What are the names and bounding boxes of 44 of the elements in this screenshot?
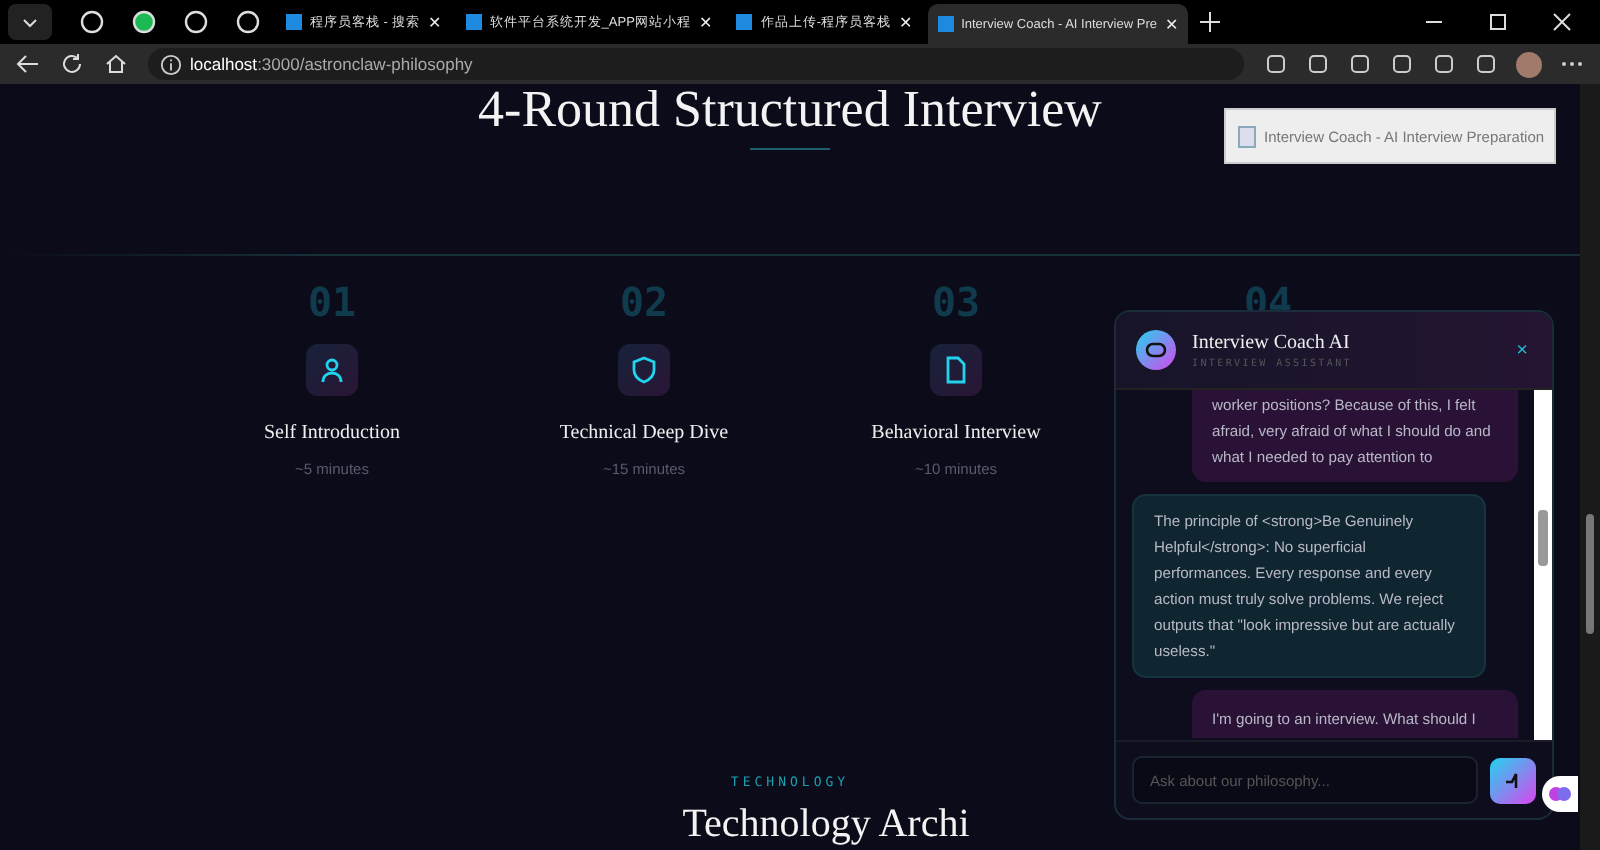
back-icon[interactable] xyxy=(16,52,40,76)
toolbar-icon[interactable] xyxy=(1264,52,1288,76)
circle-icon xyxy=(80,10,104,34)
tab-close-button[interactable]: ✕ xyxy=(1164,15,1179,33)
tab-menu-button[interactable] xyxy=(8,4,52,40)
bot-avatar-icon xyxy=(1136,330,1176,370)
close-icon[interactable] xyxy=(1552,12,1572,32)
section-heading: Technology Archi xyxy=(682,802,970,846)
favicon-icon xyxy=(286,14,302,30)
tab-close-button[interactable]: ✕ xyxy=(698,13,713,31)
toolbar-icon[interactable] xyxy=(1432,52,1456,76)
person-icon xyxy=(318,356,346,384)
tab-close-button[interactable]: ✕ xyxy=(427,13,442,31)
document-icon xyxy=(942,356,970,384)
info-icon[interactable] xyxy=(160,53,182,75)
toolbar-icon[interactable] xyxy=(1474,52,1498,76)
favicon-icon xyxy=(937,16,954,32)
maximize-icon[interactable] xyxy=(1488,12,1508,32)
toolbar-icon[interactable] xyxy=(1390,52,1414,76)
toolbar-icon[interactable] xyxy=(1348,52,1372,76)
favicon-icon xyxy=(736,14,753,30)
circle-icon xyxy=(184,10,208,34)
tab-close-button[interactable]: ✕ xyxy=(899,13,914,31)
chat-scrollbar[interactable] xyxy=(1534,390,1552,740)
address-field[interactable]: localhost:3000/astronclaw-philosophy xyxy=(148,48,1244,80)
home-icon[interactable] xyxy=(104,52,128,76)
page-scrollbar[interactable] xyxy=(1580,84,1600,850)
reload-icon[interactable] xyxy=(60,52,84,76)
chat-title: Interview Coach AI xyxy=(1192,331,1352,353)
circle-icon xyxy=(236,10,260,34)
round-title: Technical Deep Dive xyxy=(559,422,729,444)
section-heading: 4-Round Structured Interview xyxy=(478,84,1102,136)
shield-icon xyxy=(630,356,658,384)
close-button[interactable]: × xyxy=(1512,339,1532,361)
toolbar-icon[interactable] xyxy=(1306,52,1330,76)
heading-underline xyxy=(750,148,830,150)
brain-icon[interactable] xyxy=(1542,776,1578,812)
round-title: Self Introduction xyxy=(263,422,401,444)
round-title: Behavioral Interview xyxy=(871,422,1041,444)
new-tab-icon[interactable] xyxy=(1198,10,1223,34)
send-button[interactable] xyxy=(1490,757,1536,803)
profile-avatar[interactable] xyxy=(1516,51,1542,77)
favicon-icon xyxy=(465,14,482,30)
circle-icon xyxy=(132,10,156,34)
